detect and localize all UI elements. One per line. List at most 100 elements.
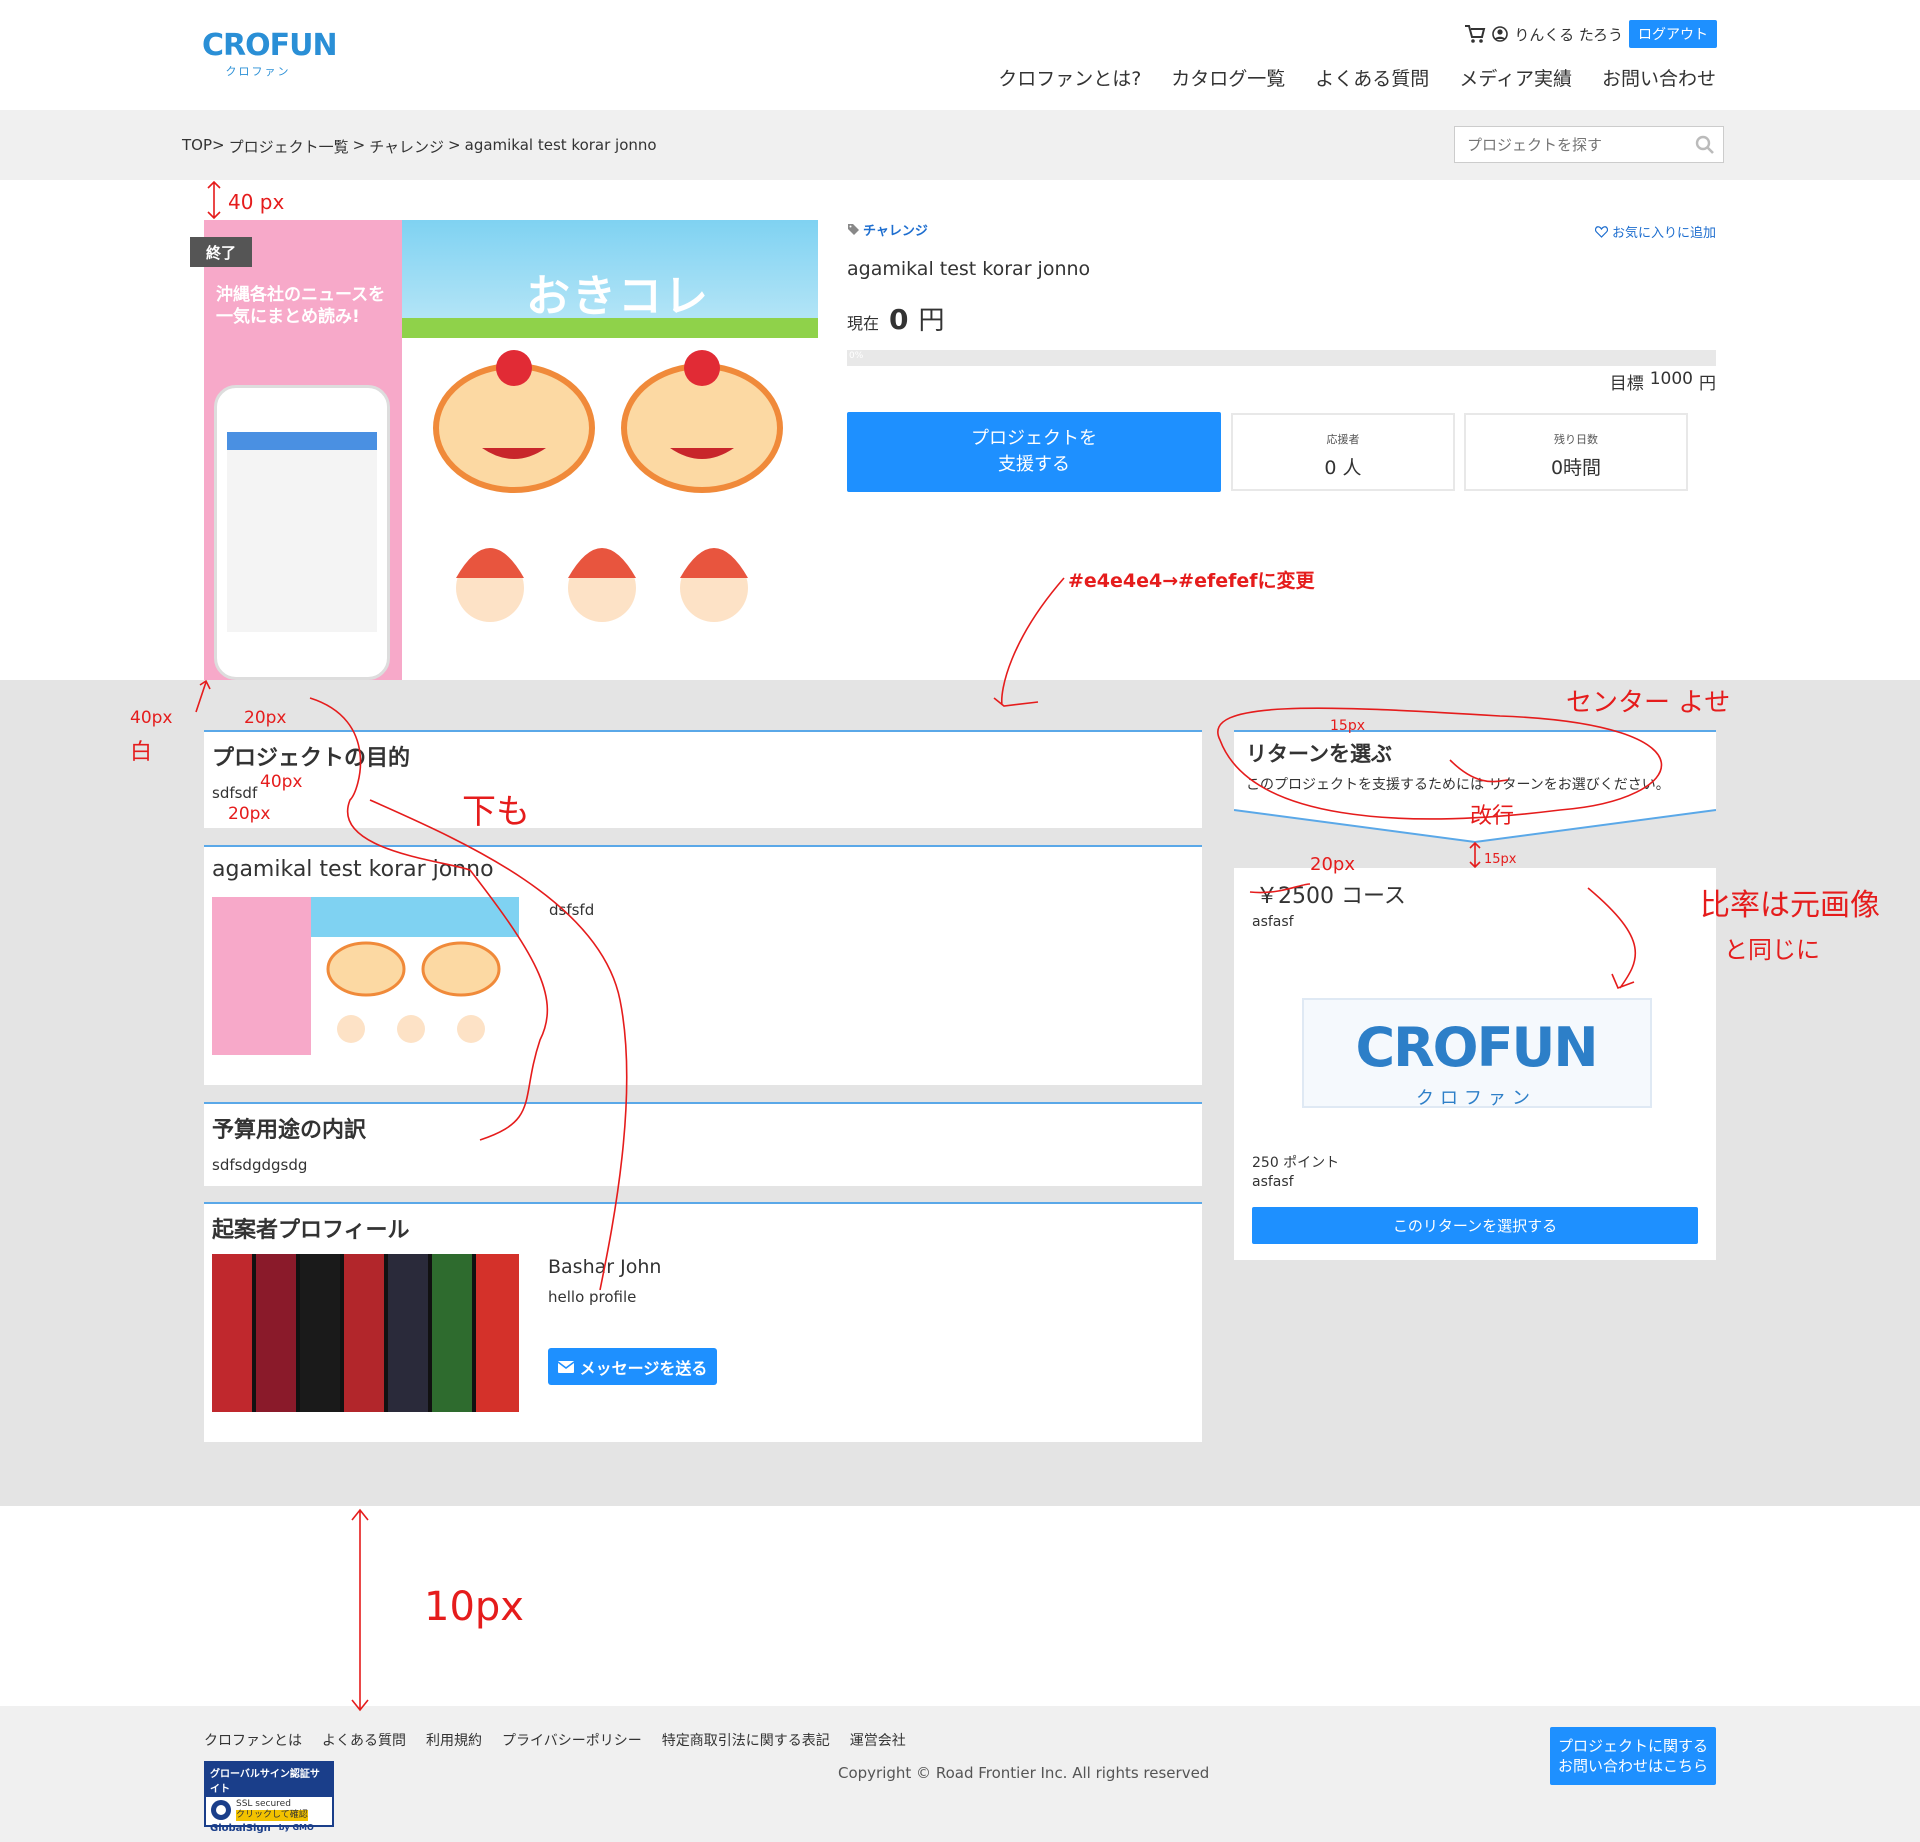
cart-icon[interactable] bbox=[1464, 24, 1486, 44]
annotation-note: 40px bbox=[260, 772, 303, 792]
annotation-note: 10px bbox=[424, 1584, 524, 1630]
supporters-value: 0 人 bbox=[1324, 457, 1362, 479]
course-desc-2: asfasf bbox=[1252, 1174, 1294, 1190]
search-icon[interactable] bbox=[1695, 135, 1715, 155]
send-message-button[interactable]: メッセージを送る bbox=[548, 1348, 717, 1385]
logout-button[interactable]: ログアウト bbox=[1629, 20, 1717, 48]
detail-body: dsfsfd bbox=[549, 901, 595, 919]
annotation-note: 15px bbox=[1330, 718, 1365, 734]
seal-by: by GMO bbox=[278, 1823, 314, 1832]
profile-title: 起案者プロフィール bbox=[212, 1218, 410, 1243]
nav-contact[interactable]: お問い合わせ bbox=[1602, 64, 1716, 91]
logo-kana: クロファン bbox=[225, 65, 291, 78]
category-tag[interactable]: チャレンジ bbox=[848, 220, 928, 239]
progress-label: 0% bbox=[849, 351, 864, 361]
support-project-button[interactable]: プロジェクトを 支援する bbox=[847, 412, 1221, 492]
goal-value: 1000 bbox=[1649, 369, 1693, 389]
main-nav: クロファンとは? カタログ一覧 よくある質問 メディア実績 お問い合わせ bbox=[998, 64, 1716, 91]
remaining-stat: 残り日数 0時間 bbox=[1464, 413, 1688, 491]
search-input[interactable] bbox=[1455, 127, 1685, 162]
supporters-stat: 応援者 0 人 bbox=[1231, 413, 1455, 491]
footer-link-privacy[interactable]: プライバシーポリシー bbox=[502, 1730, 642, 1750]
mascot-characters-icon bbox=[433, 350, 783, 622]
project-main-image: 沖縄各社のニュースを 一気にまとめ読み! おきコレ bbox=[204, 220, 818, 680]
image-side-text: 一気にまとめ読み! bbox=[216, 307, 360, 327]
breadcrumb-top[interactable]: TOP> bbox=[182, 136, 225, 157]
tag-icon bbox=[848, 224, 859, 235]
envelope-icon bbox=[557, 1360, 574, 1373]
footer-link-about[interactable]: クロファンとは bbox=[204, 1730, 302, 1750]
image-side-text: 沖縄各社のニュースを bbox=[216, 285, 386, 305]
returns-subtitle: このプロジェクトを支援するためには リターンをお選びください。 bbox=[1246, 777, 1670, 793]
breadcrumb-current: agamikal test korar jonno bbox=[464, 136, 657, 154]
project-contact-button[interactable]: プロジェクトに関する お問い合わせはこちら bbox=[1550, 1727, 1716, 1785]
breadcrumb-challenge[interactable]: チャレンジ bbox=[369, 136, 444, 157]
nav-faq[interactable]: よくある質問 bbox=[1315, 64, 1429, 91]
annotation-note: 15px bbox=[1484, 852, 1517, 867]
annotation-note: 20px bbox=[228, 804, 271, 824]
user-bar: りんくる たろう ログアウト bbox=[1464, 20, 1717, 48]
annotation-note: 20px bbox=[1310, 854, 1355, 875]
budget-title: 予算用途の内訳 bbox=[212, 1118, 367, 1143]
footer-link-company[interactable]: 運営会社 bbox=[850, 1730, 906, 1750]
course-image-kana: クロファン bbox=[1416, 1088, 1536, 1109]
footer-links: クロファンとは よくある質問 利用規約 プライバシーポリシー 特定商取引法に関す… bbox=[204, 1730, 906, 1750]
profile-text: hello profile bbox=[548, 1288, 637, 1306]
footer-link-faq[interactable]: よくある質問 bbox=[322, 1730, 406, 1750]
phone-illustration bbox=[214, 385, 390, 680]
project-search bbox=[1454, 126, 1724, 163]
copyright: Copyright © Road Frontier Inc. All right… bbox=[838, 1764, 1210, 1782]
select-return-button[interactable]: このリターンを選択する bbox=[1252, 1207, 1698, 1244]
detail-title: agamikal test korar jonno bbox=[212, 857, 494, 882]
logo-wordmark: CROFUN bbox=[202, 28, 338, 63]
remaining-label: 残り日数 bbox=[1554, 433, 1598, 446]
breadcrumb-separator: > bbox=[448, 136, 461, 154]
goal-amount: 目標 1000 円 bbox=[1610, 369, 1716, 394]
supporters-label: 応援者 bbox=[1326, 433, 1360, 446]
detail-image bbox=[212, 897, 519, 1055]
current-value: 0 bbox=[889, 303, 909, 336]
favorite-link[interactable]: お気に入りに追加 bbox=[1594, 222, 1716, 241]
nav-media[interactable]: メディア実績 bbox=[1459, 64, 1572, 91]
breadcrumb-separator: > bbox=[352, 136, 366, 154]
purpose-title: プロジェクトの目的 bbox=[212, 746, 411, 771]
mascot-thumbnail-icon bbox=[326, 941, 501, 1043]
footer-link-terms[interactable]: 利用規約 bbox=[426, 1730, 482, 1750]
profile-avatar bbox=[212, 1254, 519, 1412]
footer-link-commerce[interactable]: 特定商取引法に関する表記 bbox=[662, 1730, 830, 1750]
category-label: チャレンジ bbox=[863, 224, 928, 239]
course-desc: asfasf bbox=[1252, 914, 1294, 930]
course-points: 250 ポイント bbox=[1252, 1155, 1340, 1171]
send-message-label: メッセージを送る bbox=[579, 1358, 708, 1378]
nav-catalog[interactable]: カタログ一覧 bbox=[1171, 64, 1285, 91]
nav-about[interactable]: クロファンとは? bbox=[998, 64, 1141, 91]
annotation-note: #e4e4e4→#efefefに変更 bbox=[1068, 570, 1315, 592]
contact-button-line: プロジェクトに関する bbox=[1557, 1737, 1708, 1755]
remaining-value: 0時間 bbox=[1550, 457, 1602, 479]
annotation-note: 比率は元画像 bbox=[1700, 888, 1880, 923]
image-pink-panel: 沖縄各社のニュースを 一気にまとめ読み! bbox=[204, 220, 402, 680]
annotation-note: センター よせ bbox=[1566, 688, 1731, 718]
annotation-note: 白 bbox=[130, 740, 153, 765]
annotation-note: 下も bbox=[462, 792, 530, 832]
user-name[interactable]: りんくる たろう bbox=[1514, 24, 1623, 45]
breadcrumb: TOP> プロジェクト一覧 > チャレンジ > agamikal test ko… bbox=[182, 136, 657, 157]
user-icon bbox=[1492, 26, 1509, 42]
mascot-illustration bbox=[402, 338, 818, 680]
support-button-line: 支援する bbox=[998, 454, 1070, 475]
seal-brand: GlobalSign bbox=[210, 1823, 271, 1834]
funding-progress-bar: 0% bbox=[847, 350, 1716, 366]
profile-section: 起案者プロフィール Bashar John hello profile bbox=[204, 1202, 1202, 1442]
globalsign-seal[interactable]: グローバルサイン認証サイト SSL secured クリックして確認 Globa… bbox=[204, 1761, 334, 1834]
project-title: agamikal test korar jonno bbox=[847, 258, 1091, 280]
purpose-section: プロジェクトの目的 sdfsdf bbox=[204, 730, 1202, 828]
current-amount: 現在 0 円 bbox=[847, 300, 945, 337]
goal-label: 目標 bbox=[1609, 374, 1644, 394]
contact-button-line: お問い合わせはこちら bbox=[1557, 1757, 1708, 1775]
breadcrumb-project-list[interactable]: プロジェクト一覧 bbox=[229, 136, 349, 157]
crofun-logo[interactable]: CROFUN クロファン bbox=[202, 28, 338, 86]
detail-section: agamikal test korar jonno dsfsfd bbox=[204, 845, 1202, 1085]
annotation-note: と同じに bbox=[1724, 936, 1820, 964]
annotation-note: 改行 bbox=[1470, 804, 1515, 829]
support-button-line: プロジェクトを bbox=[971, 428, 1097, 449]
